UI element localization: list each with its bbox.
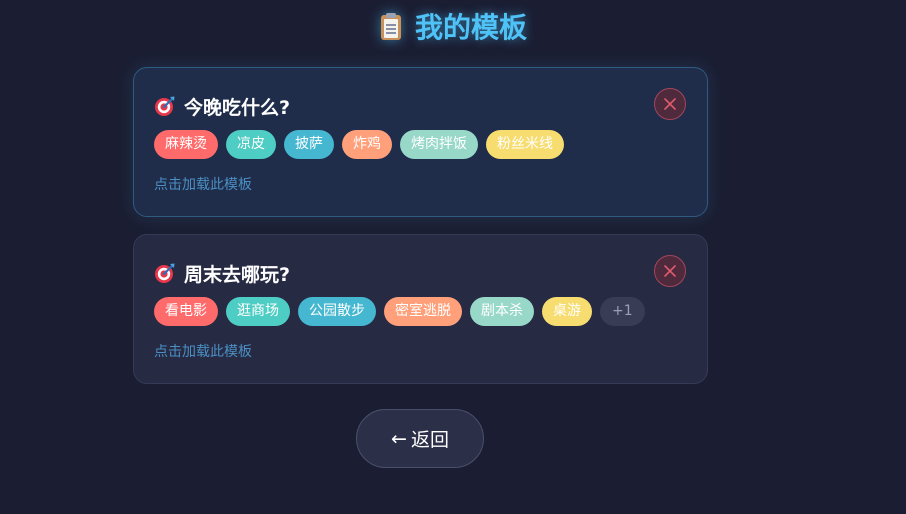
template-title: 今晚吃什么? [184, 96, 291, 119]
page-header: 我的模板 [0, 6, 906, 46]
option-tag[interactable]: 披萨 [284, 130, 334, 159]
delete-template-button[interactable] [654, 88, 686, 120]
target-icon [154, 95, 176, 117]
template-card[interactable]: 周末去哪玩? 看电影 逛商场 公园散步 密室逃脱 剧本杀 桌游 +1 点击加载此… [133, 234, 708, 384]
option-tag[interactable]: 剧本杀 [470, 297, 534, 326]
load-template-link[interactable]: 点击加载此模板 [154, 174, 252, 194]
option-tag[interactable]: 炸鸡 [342, 130, 392, 159]
back-button-label: 返回 [410, 429, 449, 451]
templates-page: 我的模板 今晚吃什么? 麻辣烫 凉皮 披萨 炸鸡 烤肉拌饭 粉丝米线 点击加载此… [0, 0, 906, 514]
back-button[interactable]: ← 返回 [356, 409, 484, 468]
more-tags-badge[interactable]: +1 [600, 297, 645, 326]
load-template-link[interactable]: 点击加载此模板 [154, 341, 252, 361]
option-tag[interactable]: 逛商场 [226, 297, 290, 326]
tag-list: 看电影 逛商场 公园散步 密室逃脱 剧本杀 桌游 +1 [154, 297, 687, 327]
close-icon [664, 98, 676, 110]
close-icon [664, 265, 676, 277]
target-icon [154, 262, 176, 284]
option-tag[interactable]: 桌游 [542, 297, 592, 326]
option-tag[interactable]: 麻辣烫 [154, 130, 218, 159]
arrow-left-icon: ← [391, 427, 407, 450]
template-card[interactable]: 今晚吃什么? 麻辣烫 凉皮 披萨 炸鸡 烤肉拌饭 粉丝米线 点击加载此模板 [133, 67, 708, 217]
option-tag[interactable]: 看电影 [154, 297, 218, 326]
option-tag[interactable]: 凉皮 [226, 130, 276, 159]
page-title: 我的模板 [414, 11, 527, 44]
tag-list: 麻辣烫 凉皮 披萨 炸鸡 烤肉拌饭 粉丝米线 [154, 130, 687, 160]
delete-template-button[interactable] [654, 255, 686, 287]
option-tag[interactable]: 粉丝米线 [486, 130, 564, 159]
clipboard-icon [379, 12, 403, 40]
template-title: 周末去哪玩? [184, 263, 291, 286]
option-tag[interactable]: 密室逃脱 [384, 297, 462, 326]
option-tag[interactable]: 公园散步 [298, 297, 376, 326]
option-tag[interactable]: 烤肉拌饭 [400, 130, 478, 159]
